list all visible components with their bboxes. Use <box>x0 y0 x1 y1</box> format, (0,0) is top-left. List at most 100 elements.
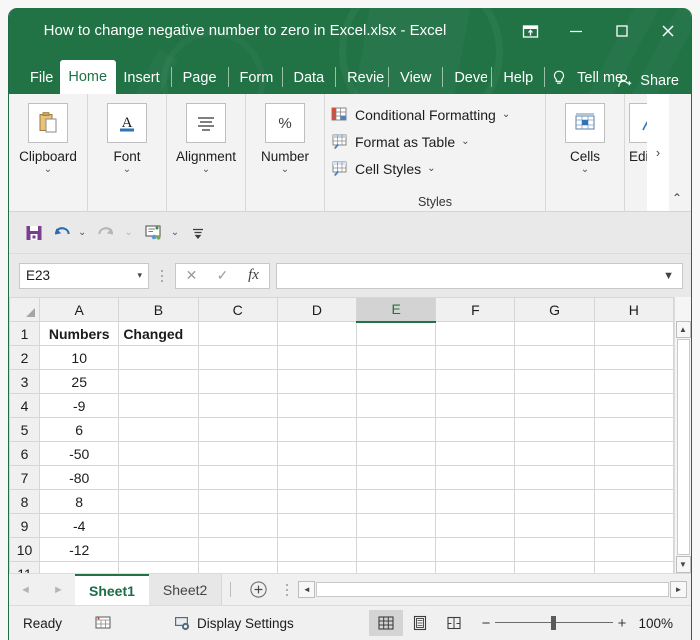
cell-d3[interactable] <box>277 370 356 394</box>
sheet-tab-sheet1[interactable]: Sheet1 <box>75 574 149 605</box>
tab-developer[interactable]: Devel <box>447 62 487 94</box>
cell-a8[interactable]: 8 <box>40 490 119 514</box>
cell-h2[interactable] <box>594 346 673 370</box>
cell-h3[interactable] <box>594 370 673 394</box>
cell-d7[interactable] <box>277 466 356 490</box>
cell-c11[interactable] <box>198 562 277 574</box>
cell-c7[interactable] <box>198 466 277 490</box>
cell-f11[interactable] <box>436 562 515 574</box>
page-layout-view-button[interactable] <box>403 610 437 636</box>
collapse-ribbon-button[interactable]: ⌃ <box>667 189 687 207</box>
chevron-down-icon[interactable]: ⌄ <box>581 165 589 175</box>
formula-bar-grip[interactable] <box>153 268 171 283</box>
cell-a1[interactable]: Numbers <box>40 322 119 346</box>
row-header[interactable]: 2 <box>10 346 40 370</box>
cell-d9[interactable] <box>277 514 356 538</box>
cell-b11[interactable] <box>119 562 198 574</box>
cell-g6[interactable] <box>515 442 594 466</box>
cell-e2[interactable] <box>357 346 436 370</box>
cell-c8[interactable] <box>198 490 277 514</box>
cell-e8[interactable] <box>357 490 436 514</box>
cell-d10[interactable] <box>277 538 356 562</box>
cell-g7[interactable] <box>515 466 594 490</box>
cell-d11[interactable] <box>277 562 356 574</box>
cell-a7[interactable]: -80 <box>40 466 119 490</box>
cell-h1[interactable] <box>594 322 673 346</box>
cell-b9[interactable] <box>119 514 198 538</box>
column-header-e[interactable]: E <box>357 298 436 322</box>
cell-a6[interactable]: -50 <box>40 442 119 466</box>
cell-g2[interactable] <box>515 346 594 370</box>
cell-e10[interactable] <box>357 538 436 562</box>
present-online-button[interactable] <box>140 219 168 247</box>
tab-data[interactable]: Data <box>287 62 332 94</box>
cell-h5[interactable] <box>594 418 673 442</box>
cell-c6[interactable] <box>198 442 277 466</box>
zoom-level-label[interactable]: 100% <box>631 616 683 631</box>
column-header-g[interactable]: G <box>515 298 594 322</box>
cell-a11[interactable] <box>40 562 119 574</box>
tab-home[interactable]: Home <box>60 60 116 94</box>
ribbon-group-alignment[interactable]: Alignment ⌄ <box>167 94 246 211</box>
horizontal-scrollbar[interactable]: ◄ ► <box>296 574 691 605</box>
cell-g8[interactable] <box>515 490 594 514</box>
cell-e6[interactable] <box>357 442 436 466</box>
next-sheet-button[interactable]: ► <box>53 584 64 596</box>
cell-d2[interactable] <box>277 346 356 370</box>
row-header[interactable]: 8 <box>10 490 40 514</box>
cell-b4[interactable] <box>119 394 198 418</box>
cell-a4[interactable]: -9 <box>40 394 119 418</box>
cell-h8[interactable] <box>594 490 673 514</box>
chevron-down-icon[interactable]: ⌄ <box>202 165 210 175</box>
column-header-c[interactable]: C <box>198 298 277 322</box>
cell-f3[interactable] <box>436 370 515 394</box>
cell-b1[interactable]: Changed <box>119 322 198 346</box>
cell-g5[interactable] <box>515 418 594 442</box>
chevron-down-icon[interactable]: ⌄ <box>123 165 131 175</box>
row-header[interactable]: 1 <box>10 322 40 346</box>
cell-a2[interactable]: 10 <box>40 346 119 370</box>
cancel-entry-button[interactable]: ✕ <box>176 264 207 288</box>
chevron-down-icon[interactable]: ▾ <box>137 270 142 281</box>
cell-d5[interactable] <box>277 418 356 442</box>
cell-e1[interactable] <box>357 322 436 346</box>
cell-f7[interactable] <box>436 466 515 490</box>
share-button[interactable]: Share <box>617 72 679 90</box>
cell-f9[interactable] <box>436 514 515 538</box>
cell-e9[interactable] <box>357 514 436 538</box>
close-button[interactable] <box>645 8 691 54</box>
cell-d8[interactable] <box>277 490 356 514</box>
row-header[interactable]: 11 <box>10 562 40 574</box>
cell-e3[interactable] <box>357 370 436 394</box>
chevron-down-icon[interactable]: ⌄ <box>502 109 510 120</box>
cell-f5[interactable] <box>436 418 515 442</box>
redo-button[interactable] <box>93 219 121 247</box>
vertical-scroll-thumb[interactable] <box>677 339 690 555</box>
ribbon-group-cells[interactable]: Cells ⌄ <box>546 94 625 211</box>
row-header[interactable]: 10 <box>10 538 40 562</box>
cell-b8[interactable] <box>119 490 198 514</box>
cell-b3[interactable] <box>119 370 198 394</box>
save-button[interactable] <box>21 219 47 247</box>
record-macro-button[interactable] <box>93 614 113 632</box>
zoom-slider[interactable] <box>495 615 613 631</box>
scroll-up-button[interactable]: ▲ <box>676 321 691 338</box>
customize-quick-access-button[interactable] <box>186 219 210 247</box>
cell-c9[interactable] <box>198 514 277 538</box>
sheet-tab-sheet2[interactable]: Sheet2 <box>149 574 222 605</box>
add-sheet-button[interactable] <box>239 574 278 605</box>
cell-f10[interactable] <box>436 538 515 562</box>
cell-e11[interactable] <box>357 562 436 574</box>
expand-formula-bar-button[interactable]: ▼ <box>663 270 674 282</box>
horizontal-scroll-thumb[interactable] <box>316 582 669 597</box>
cell-b6[interactable] <box>119 442 198 466</box>
cell-f1[interactable] <box>436 322 515 346</box>
cell-h10[interactable] <box>594 538 673 562</box>
cell-h4[interactable] <box>594 394 673 418</box>
chevron-down-icon[interactable]: ⌄ <box>461 136 469 147</box>
conditional-formatting-button[interactable]: Conditional Formatting ⌄ <box>331 101 545 128</box>
row-header[interactable]: 6 <box>10 442 40 466</box>
tell-me-search[interactable]: Tell me <box>551 62 623 94</box>
cell-b10[interactable] <box>119 538 198 562</box>
cell-c3[interactable] <box>198 370 277 394</box>
